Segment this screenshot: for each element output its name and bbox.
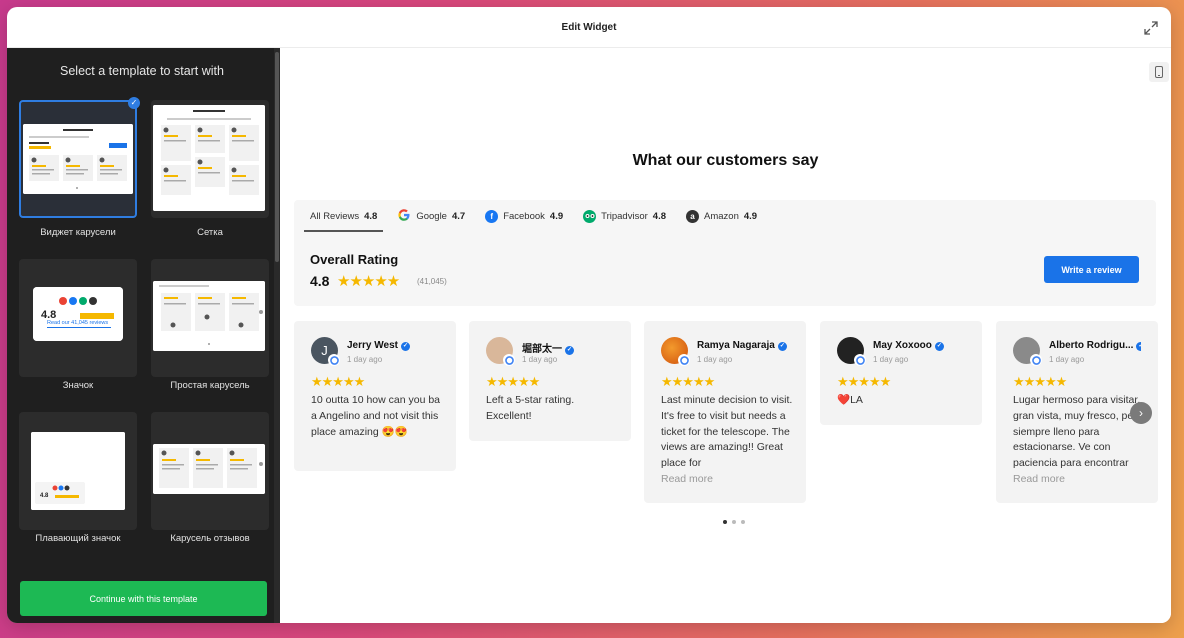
review-stars: ★★★★★ <box>837 374 891 389</box>
badge-link: Read our 41,045 reviews <box>47 320 109 326</box>
verified-icon: ✓ <box>565 346 574 355</box>
template-label: Сетка <box>197 227 223 238</box>
template-preview <box>153 444 265 494</box>
overall-rating-label: Overall Rating <box>310 252 399 267</box>
amazon-icon: a <box>686 209 699 223</box>
review-stars: ★★★★★ <box>311 374 365 389</box>
tab-label: Google <box>416 210 447 222</box>
template-carousel-widget[interactable]: ✓ <box>19 97 140 218</box>
tab-score: 4.7 <box>451 210 466 222</box>
template-sidebar: Select a template to start with ✓ Виджет… <box>7 48 280 623</box>
template-badge[interactable]: 4.8 Read our 41,045 reviews <box>19 259 137 377</box>
review-card: Ramya Nagaraja ✓ 1 day ago ★★★★★ Last min… <box>644 321 806 503</box>
google-icon <box>503 354 515 366</box>
tab-tripadvisor[interactable]: Tripadvisor 4.8 <box>583 200 666 232</box>
review-time: 1 day ago <box>522 355 558 364</box>
review-stars: ★★★★★ <box>661 374 715 389</box>
google-icon <box>397 208 411 225</box>
reviews-summary-panel: All Reviews 4.8 Google 4.7 f Facebook 4.… <box>294 200 1156 306</box>
floating-rating: 4.8 <box>40 493 49 499</box>
template-preview: 4.8 Read our 41,045 reviews <box>33 287 123 341</box>
google-icon <box>1030 354 1042 366</box>
review-text: ❤️LA <box>837 394 863 406</box>
tab-label: Tripadvisor <box>601 210 648 222</box>
pagination-dot[interactable] <box>732 520 736 524</box>
template-reviews-carousel[interactable] <box>151 412 269 530</box>
tab-score: 4.8 <box>364 210 378 222</box>
sidebar-heading: Select a template to start with <box>60 64 224 78</box>
edit-widget-window: Edit Widget Select a template to start w… <box>7 7 1171 623</box>
reviewer-name: Jerry West ✓ <box>347 340 410 351</box>
tab-label: Facebook <box>503 210 545 222</box>
tab-all-reviews[interactable]: All Reviews 4.8 <box>303 200 384 232</box>
review-text: Left a 5-star rating. Excellent! <box>486 394 575 422</box>
google-icon <box>678 354 690 366</box>
overall-stars: ★★★★★ <box>337 273 400 290</box>
template-preview <box>23 124 133 194</box>
window-title: Edit Widget <box>561 21 617 33</box>
pagination-dot[interactable] <box>741 520 745 524</box>
mobile-preview-icon[interactable] <box>1149 62 1169 82</box>
write-review-button[interactable]: Write a review <box>1044 256 1139 283</box>
tab-google[interactable]: Google 4.7 <box>397 200 465 232</box>
review-stars: ★★★★★ <box>486 374 540 389</box>
review-time: 1 day ago <box>347 355 383 364</box>
carousel-pagination <box>723 520 745 524</box>
template-preview <box>153 281 265 351</box>
review-text: Last minute decision to visit. It's free… <box>661 394 793 470</box>
continue-button[interactable]: Continue with this template <box>20 581 267 616</box>
verified-icon: ✓ <box>934 342 944 351</box>
widget-title: What our customers say <box>632 152 819 169</box>
review-text: Lugar hermoso para visitar, gran vista, … <box>1013 394 1143 470</box>
template-preview: 4.8 <box>31 432 125 510</box>
pagination-dot[interactable] <box>723 520 727 524</box>
read-more-link[interactable]: Read more <box>661 473 713 485</box>
reviewer-name: Alberto Rodrigu... ✓ <box>1049 340 1141 351</box>
template-preview <box>153 105 265 211</box>
template-label: Плавающий значок <box>35 533 121 544</box>
tripadvisor-icon <box>583 209 597 223</box>
checkmark-icon: ✓ <box>128 97 140 109</box>
tab-label: All Reviews <box>310 210 360 222</box>
reviewer-name: May Xoxooo ✓ <box>873 340 944 351</box>
read-more-link[interactable]: Read more <box>1013 473 1065 485</box>
widget-preview: What our customers say All Reviews 4.8 G… <box>280 48 1171 623</box>
template-grid[interactable] <box>151 100 269 218</box>
tab-amazon[interactable]: a Amazon 4.9 <box>686 200 757 232</box>
verified-icon: ✓ <box>1136 342 1141 351</box>
tab-score: 4.9 <box>549 210 564 222</box>
template-label: Значок <box>62 380 94 391</box>
verified-icon: ✓ <box>400 342 410 351</box>
chevron-right-icon[interactable]: › <box>1130 402 1152 424</box>
tab-score: 4.8 <box>652 210 666 222</box>
template-label: Виджет карусели <box>40 227 116 238</box>
reviewer-name: 堀部太一 ✓ <box>522 344 574 355</box>
review-time: 1 day ago <box>697 355 733 364</box>
google-icon <box>328 354 340 366</box>
review-time: 1 day ago <box>1049 355 1085 364</box>
facebook-icon: f <box>485 209 499 223</box>
review-stars: ★★★★★ <box>1013 374 1067 389</box>
tab-score: 4.9 <box>743 210 758 222</box>
template-label: Простая карусель <box>170 380 250 391</box>
review-card: 堀部太一 ✓ 1 day ago ★★★★★ Left a 5-star rati… <box>469 321 631 441</box>
review-time: 1 day ago <box>873 355 909 364</box>
review-count: (41,045) <box>417 277 447 286</box>
titlebar: Edit Widget <box>7 7 1171 48</box>
review-text: 10 outta 10 how can you ba a Angelino an… <box>311 394 441 438</box>
tab-facebook[interactable]: f Facebook 4.9 <box>485 200 563 232</box>
template-floating-badge[interactable]: 4.8 <box>19 412 137 530</box>
google-icon <box>854 354 866 366</box>
tab-label: Amazon <box>704 210 739 222</box>
template-label: Карусель отзывов <box>170 533 250 544</box>
overall-rating-value: 4.8 <box>310 273 330 289</box>
template-simple-carousel[interactable] <box>151 259 269 377</box>
review-card: May Xoxooo ✓ 1 day ago ★★★★★ ❤️LA <box>820 321 982 425</box>
reviewer-name: Ramya Nagaraja ✓ <box>697 340 787 351</box>
verified-icon: ✓ <box>777 342 787 351</box>
review-card: J Jerry West ✓ 1 day ago ★★★★★ 10 outta 1… <box>294 321 456 471</box>
source-tabs: All Reviews 4.8 Google 4.7 f Facebook 4.… <box>303 200 777 232</box>
expand-icon[interactable] <box>1143 20 1159 36</box>
